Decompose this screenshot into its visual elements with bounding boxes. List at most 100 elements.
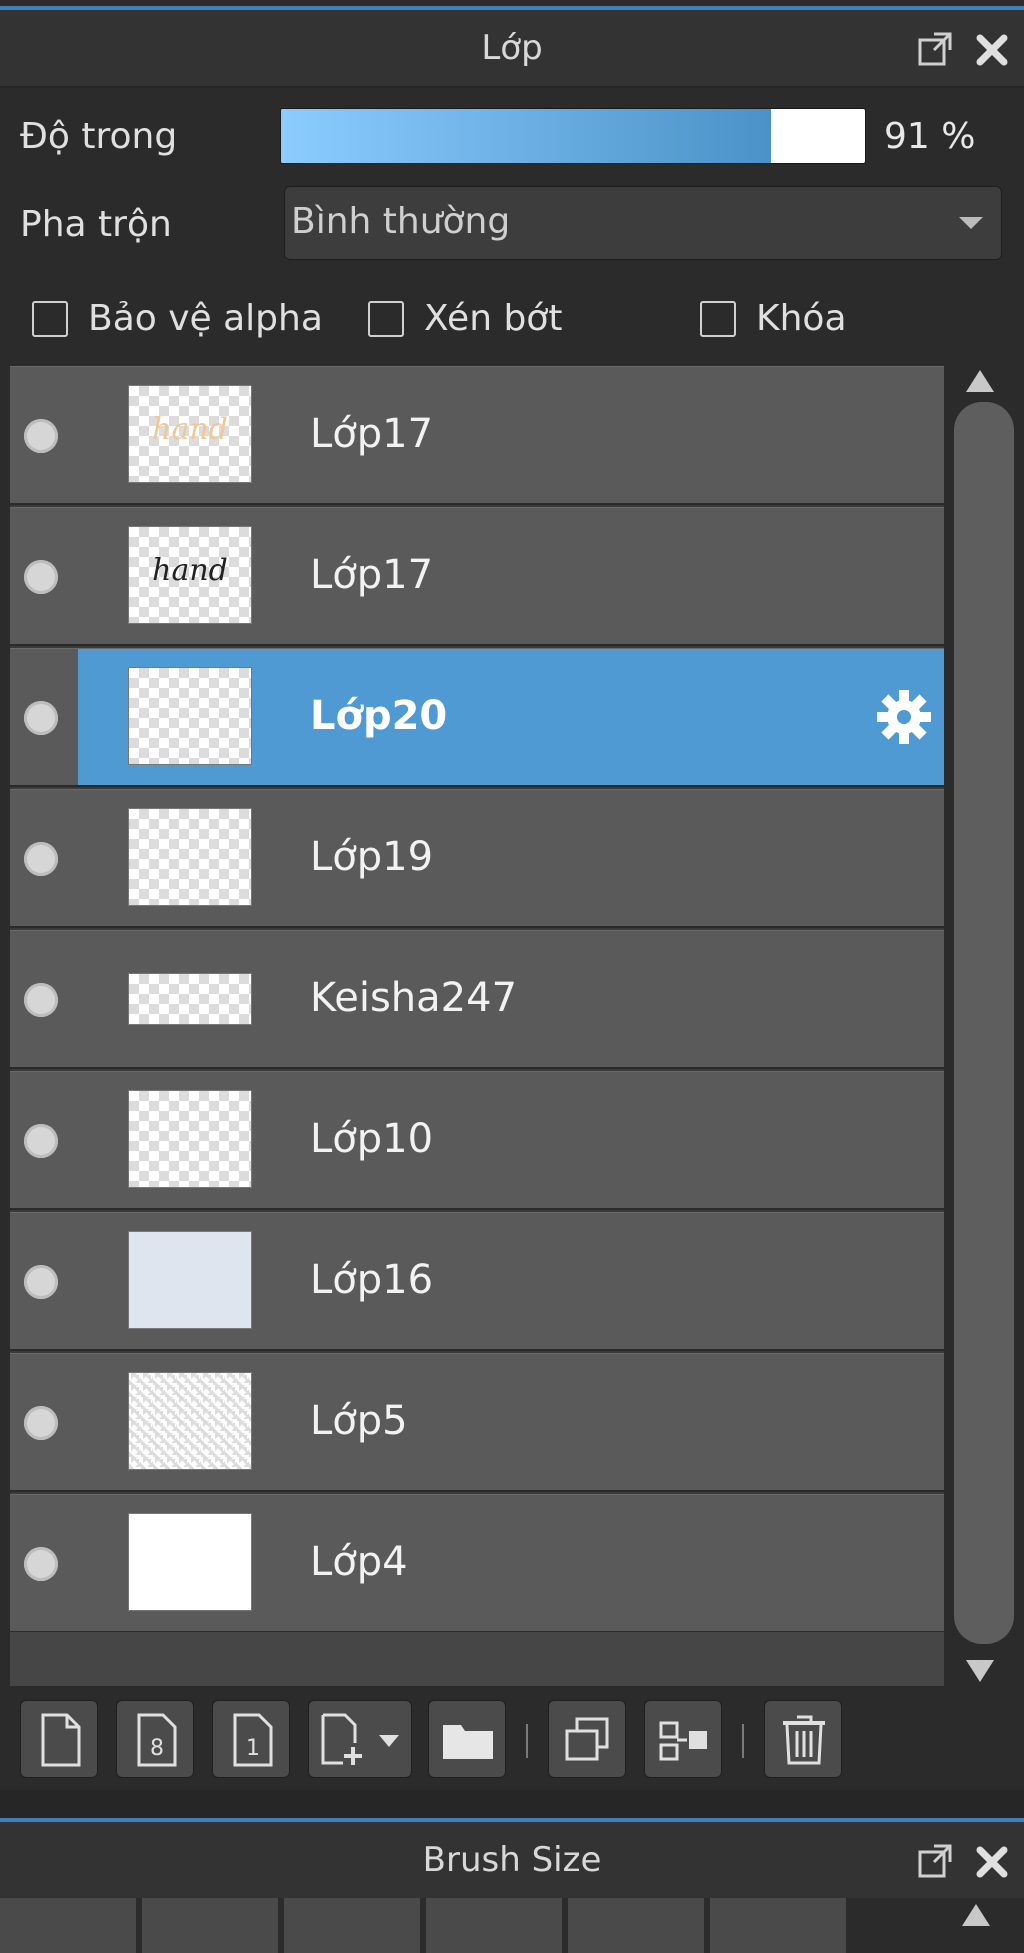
close-icon[interactable]	[972, 30, 1012, 70]
duplicate-layer-icon	[565, 1717, 609, 1761]
add-layer-dropdown-button[interactable]	[308, 1700, 412, 1778]
layer-name: Lớp10	[310, 1116, 434, 1162]
visibility-toggle-icon[interactable]	[24, 842, 58, 876]
layer-name: Lớp17	[310, 411, 434, 457]
visibility-toggle-icon[interactable]	[24, 983, 58, 1017]
merge-layer-button[interactable]	[644, 1700, 722, 1778]
new-layer-button[interactable]	[20, 1700, 98, 1778]
visibility-toggle-icon[interactable]	[24, 419, 58, 453]
layer-row[interactable]: Lớp5	[10, 1353, 944, 1492]
scroll-down-icon[interactable]	[966, 1660, 994, 1682]
thumbnail-art-hand: hand	[152, 412, 228, 447]
layer-thumbnail	[128, 973, 252, 1025]
layer-thumbnail	[128, 808, 252, 906]
alpha-protect-checkbox[interactable]: Bảo vệ alpha	[32, 298, 323, 339]
scroll-up-icon[interactable]	[962, 1904, 990, 1926]
layer-name: Lớp20	[310, 693, 448, 739]
brush-size-cell[interactable]	[0, 1898, 138, 1953]
layer-name: Lớp17	[310, 552, 434, 598]
layer-name: Lớp16	[310, 1257, 434, 1303]
new-folder-button[interactable]	[428, 1700, 506, 1778]
checkbox-box[interactable]	[700, 300, 736, 337]
layer-row[interactable]: Keisha247	[10, 930, 944, 1069]
new-8bit-layer-button[interactable]: 8	[116, 1700, 194, 1778]
layer-name: Keisha247	[310, 975, 518, 1021]
layer-panel-title: Lớp	[481, 28, 543, 68]
brush-size-cell[interactable]	[142, 1898, 280, 1953]
popout-icon[interactable]	[916, 30, 956, 70]
layer-thumbnail: hand	[128, 385, 252, 483]
layer-list-empty-area	[10, 1632, 944, 1686]
trash-icon	[783, 1715, 825, 1765]
popout-icon[interactable]	[916, 1842, 956, 1882]
opacity-slider[interactable]	[280, 108, 866, 164]
lock-label: Khóa	[756, 298, 847, 339]
layer-name: Lớp4	[310, 1539, 408, 1585]
layer-row[interactable]: Lớp16	[10, 1212, 944, 1351]
brush-size-cell[interactable]	[284, 1898, 422, 1953]
close-icon[interactable]	[972, 1842, 1012, 1882]
brush-size-grid	[0, 1898, 1024, 1953]
lock-checkbox[interactable]: Khóa	[700, 298, 847, 339]
visibility-toggle-icon[interactable]	[24, 701, 58, 735]
layer-row[interactable]: hand Lớp17	[10, 366, 944, 505]
alpha-protect-label: Bảo vệ alpha	[88, 298, 323, 339]
brush-size-cell[interactable]	[426, 1898, 564, 1953]
clipping-label: Xén bớt	[424, 298, 563, 339]
layer-scrollbar[interactable]	[950, 366, 1014, 1686]
layer-thumbnail	[128, 667, 252, 765]
layer-thumbnail	[128, 1513, 252, 1611]
opacity-value: 91 %	[884, 116, 976, 157]
gear-icon[interactable]	[874, 687, 934, 747]
blend-mode-label: Pha trộn	[20, 204, 172, 245]
layer-row[interactable]: Lớp4	[10, 1494, 944, 1633]
toolbar-divider	[742, 1724, 744, 1758]
toolbar-divider	[526, 1724, 528, 1758]
layer-toolbar: 8 1	[8, 1690, 1014, 1786]
layer-thumbnail	[128, 1090, 252, 1188]
opacity-label: Độ trong	[20, 116, 178, 157]
layer-row[interactable]: hand Lớp17	[10, 507, 944, 646]
scrollbar-thumb[interactable]	[954, 402, 1014, 1644]
layer-thumbnail	[128, 1231, 252, 1329]
layer-panel-titlebar: Lớp	[0, 10, 1024, 88]
new-layer-icon	[41, 1713, 81, 1767]
opacity-slider-fill	[281, 109, 771, 163]
layer-list: hand Lớp17 hand Lớp17 Lớp20 Lớp19 Keisha…	[10, 366, 944, 1686]
visibility-toggle-icon[interactable]	[24, 1265, 58, 1299]
new-1bit-layer-icon: 1	[233, 1713, 273, 1767]
brush-size-cell[interactable]	[710, 1898, 848, 1953]
layer-name: Lớp5	[310, 1398, 408, 1444]
scroll-up-icon[interactable]	[966, 370, 994, 392]
panel-separator[interactable]	[0, 1790, 1024, 1818]
bit-depth-label: 1	[246, 1736, 260, 1761]
add-layer-dropdown-icon	[321, 1713, 399, 1765]
brush-size-cell[interactable]	[568, 1898, 706, 1953]
new-8bit-layer-icon: 8	[137, 1713, 177, 1767]
delete-layer-button[interactable]	[764, 1700, 842, 1778]
chevron-down-icon	[959, 217, 983, 229]
visibility-toggle-icon[interactable]	[24, 1547, 58, 1581]
layer-row[interactable]: Lớp10	[10, 1071, 944, 1210]
blend-mode-value: Bình thường	[291, 201, 511, 242]
opacity-slider-handle[interactable]	[773, 111, 819, 161]
layer-thumbnail	[128, 1372, 252, 1470]
merge-layer-icon	[659, 1721, 707, 1761]
blend-mode-select[interactable]: Bình thường	[284, 186, 1002, 260]
checkbox-box[interactable]	[368, 300, 404, 337]
layer-row[interactable]: Lớp19	[10, 789, 944, 928]
layer-row-selected[interactable]: Lớp20	[10, 648, 944, 787]
new-1bit-layer-button[interactable]: 1	[212, 1700, 290, 1778]
brush-size-title: Brush Size	[422, 1840, 602, 1880]
visibility-toggle-icon[interactable]	[24, 1124, 58, 1158]
visibility-toggle-icon[interactable]	[24, 1406, 58, 1440]
bit-depth-label: 8	[150, 1736, 164, 1761]
clipping-checkbox[interactable]: Xén bớt	[368, 298, 562, 339]
layer-thumbnail: hand	[128, 526, 252, 624]
checkbox-box[interactable]	[32, 300, 68, 337]
layer-name: Lớp19	[310, 834, 434, 880]
duplicate-layer-button[interactable]	[548, 1700, 626, 1778]
new-folder-icon	[443, 1725, 493, 1759]
thumbnail-art-hand: hand	[152, 553, 228, 588]
visibility-toggle-icon[interactable]	[24, 560, 58, 594]
